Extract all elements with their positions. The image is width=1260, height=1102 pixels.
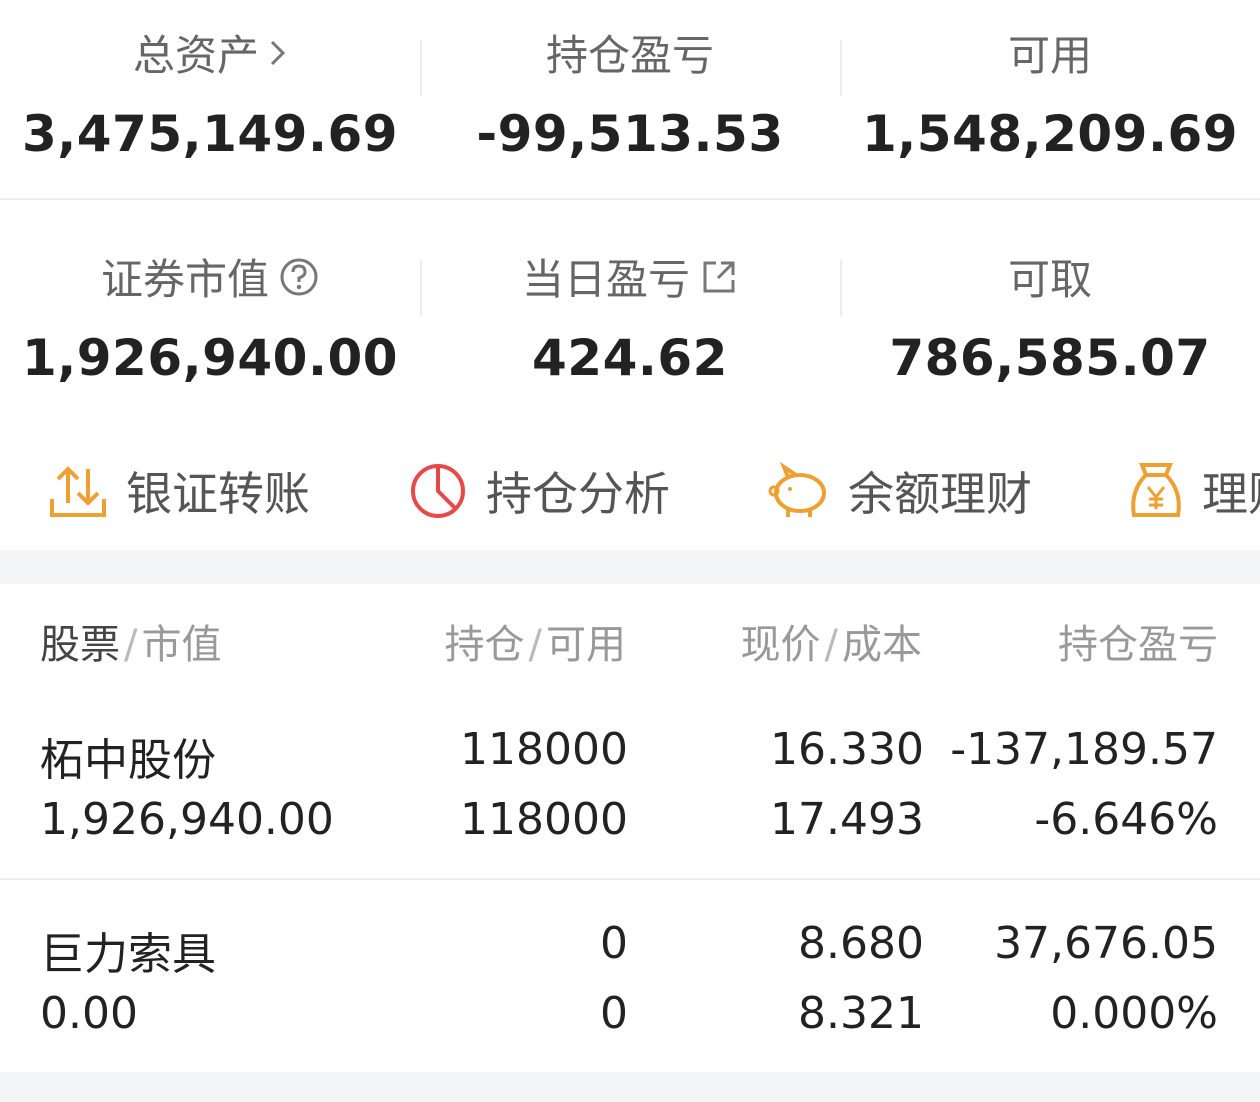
stock-name: 巨力索具 xyxy=(40,929,216,980)
daily-pl-value: 424.62 xyxy=(532,329,728,387)
withdrawable-cell: 可取 786,585.07 xyxy=(840,246,1260,387)
header-price-cost[interactable]: 现价 / 成本 xyxy=(741,612,922,670)
balance-finance-label: 余额理财 xyxy=(848,467,1032,521)
header-cost: 成本 xyxy=(842,622,922,668)
header-position: 持仓 xyxy=(444,622,525,668)
withdrawable-label: 可取 xyxy=(1007,255,1092,304)
pie-chart-icon xyxy=(408,461,468,521)
help-icon[interactable] xyxy=(279,257,319,297)
section-gap xyxy=(0,1072,1260,1102)
withdrawable-value: 786,585.07 xyxy=(889,329,1211,387)
stock-market-value: 0.00 xyxy=(40,988,138,1039)
transfer-icon xyxy=(48,461,108,521)
position-pl-pct: -6.646% xyxy=(1034,794,1218,845)
total-assets-label: 总资产 xyxy=(132,31,259,80)
bank-transfer-label: 银证转账 xyxy=(126,467,310,521)
daily-pl-label: 当日盈亏 xyxy=(521,255,690,304)
summary-row-2: 证券市值 1,926,940.00 当日盈亏 424.62 可取 786,585… xyxy=(0,200,1260,420)
header-position-pl[interactable]: 持仓盈亏 xyxy=(1058,612,1218,670)
position-qty: 118000 xyxy=(460,724,628,775)
header-price: 现价 xyxy=(740,622,821,668)
summary-row-1: 总资产 3,475,149.69 持仓盈亏 -99,513.53 可用 1,54… xyxy=(0,0,1260,200)
available-label: 可用 xyxy=(1007,31,1092,80)
chevron-right-icon xyxy=(269,38,287,68)
cost-price: 8.321 xyxy=(798,988,924,1039)
header-pl: 持仓盈亏 xyxy=(1058,622,1218,668)
header-stock-value[interactable]: 股票 / 市值 xyxy=(40,612,221,670)
header-position-available[interactable]: 持仓 / 可用 xyxy=(445,612,626,670)
position-pl-label: 持仓盈亏 xyxy=(545,31,714,80)
header-market-value: 市值 xyxy=(141,622,222,668)
available-value: 1,548,209.69 xyxy=(861,105,1239,163)
current-price: 8.680 xyxy=(798,918,924,969)
securities-value-value: 1,926,940.00 xyxy=(21,329,399,387)
finance-label: 理财 xyxy=(1202,467,1260,521)
table-row[interactable]: 巨力索具 0.00 0 0 8.680 8.321 37,676.05 0.00… xyxy=(0,880,1260,1072)
header-available: 可用 xyxy=(546,622,626,668)
position-qty: 0 xyxy=(600,918,628,969)
securities-value-label: 证券市值 xyxy=(100,255,269,304)
position-analysis-label: 持仓分析 xyxy=(486,467,670,521)
stock-name: 柘中股份 xyxy=(40,735,216,786)
piggy-bank-icon xyxy=(768,461,830,521)
external-link-icon[interactable] xyxy=(700,258,738,296)
finance-button[interactable]: 理财 xyxy=(1128,458,1260,524)
holdings-table-header: 股票 / 市值 持仓 / 可用 现价 / 成本 持仓盈亏 xyxy=(0,584,1260,694)
stock-market-value: 1,926,940.00 xyxy=(40,794,334,845)
available-cell: 可用 1,548,209.69 xyxy=(840,22,1260,163)
balance-finance-button[interactable]: 余额理财 xyxy=(768,458,1032,524)
position-pl: -137,189.57 xyxy=(950,724,1218,775)
cost-price: 17.493 xyxy=(770,794,924,845)
total-assets-cell[interactable]: 总资产 3,475,149.69 xyxy=(0,22,420,163)
available-qty: 118000 xyxy=(460,794,628,845)
quick-actions-bar: 银证转账 持仓分析 余额理财 理 xyxy=(0,430,1260,550)
securities-value-cell: 证券市值 1,926,940.00 xyxy=(0,246,420,387)
total-assets-label-wrap: 总资产 xyxy=(0,22,420,83)
available-qty: 0 xyxy=(600,988,628,1039)
header-stock: 股票 xyxy=(40,622,120,668)
current-price: 16.330 xyxy=(770,724,924,775)
position-pl-cell: 持仓盈亏 -99,513.53 xyxy=(420,22,840,163)
position-pl: 37,676.05 xyxy=(994,918,1218,969)
position-pl-value: -99,513.53 xyxy=(476,105,784,163)
bank-transfer-button[interactable]: 银证转账 xyxy=(48,458,310,524)
daily-pl-cell[interactable]: 当日盈亏 424.62 xyxy=(420,246,840,387)
total-assets-value: 3,475,149.69 xyxy=(21,105,399,163)
table-row[interactable]: 柘中股份 1,926,940.00 118000 118000 16.330 1… xyxy=(0,700,1260,878)
money-bag-icon xyxy=(1128,461,1184,521)
position-pl-pct: 0.000% xyxy=(1050,988,1218,1039)
section-gap xyxy=(0,550,1260,584)
position-analysis-button[interactable]: 持仓分析 xyxy=(408,458,670,524)
